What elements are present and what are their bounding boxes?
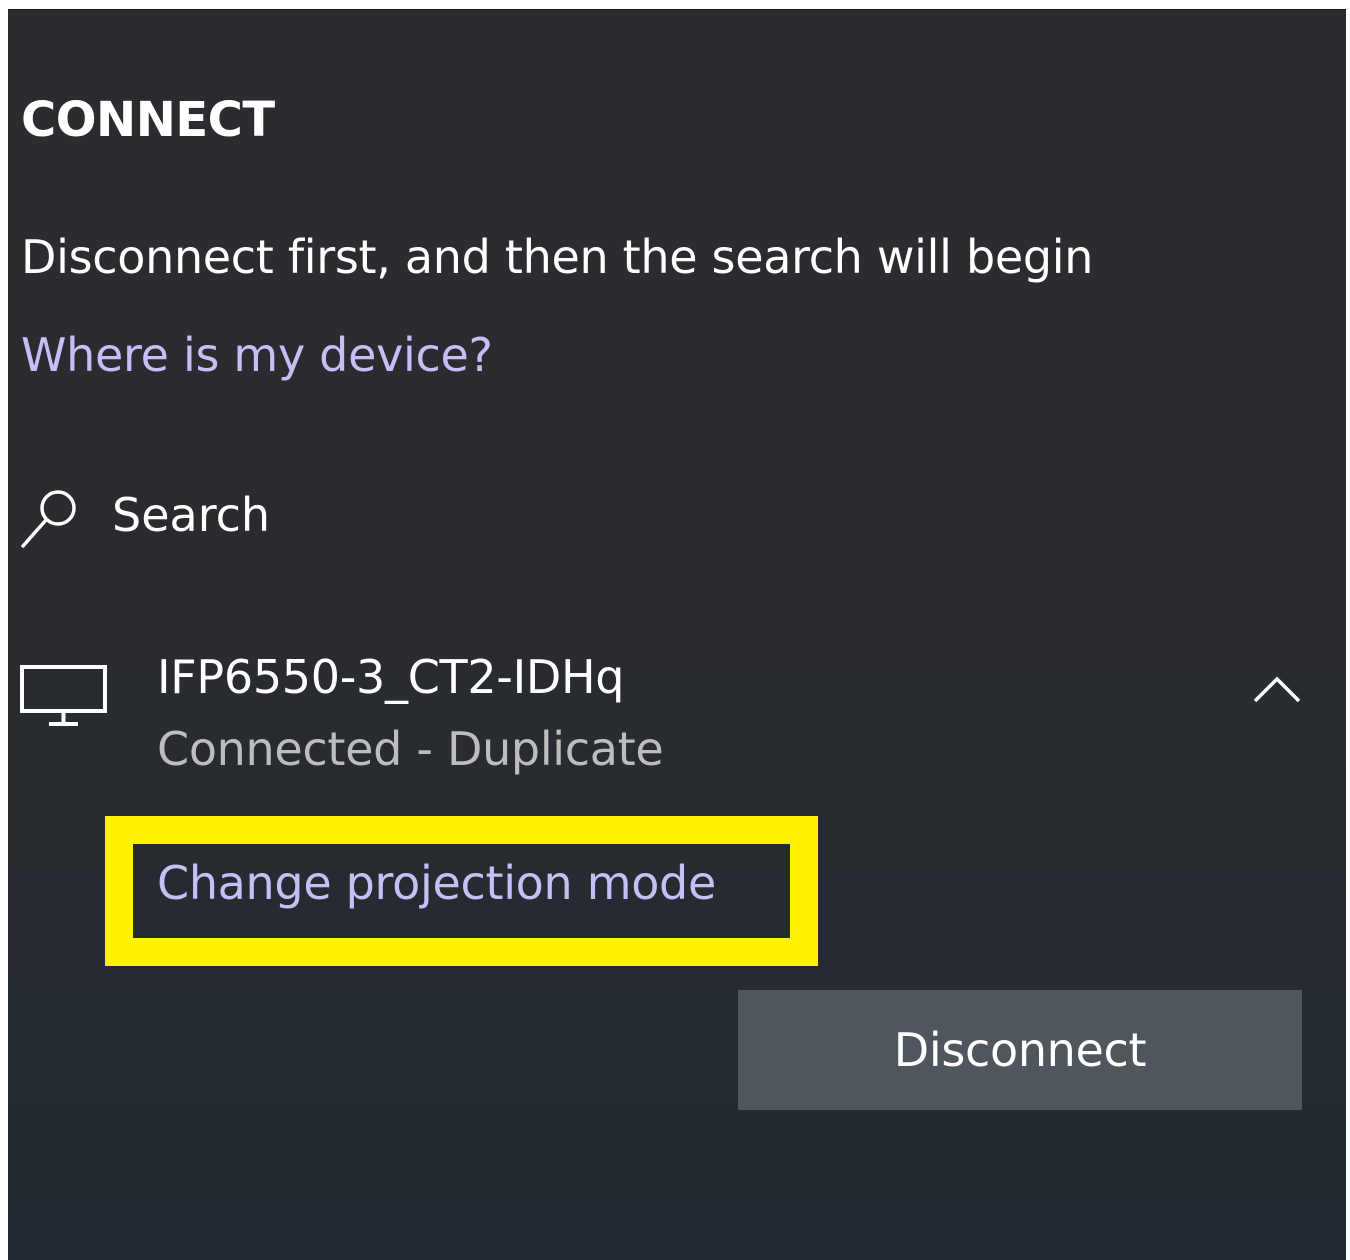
device-list-item[interactable]: IFP6550-3_CT2-IDHq Connected - Duplicate (8, 640, 1346, 790)
search-icon (21, 490, 76, 548)
device-name: IFP6550-3_CT2-IDHq (157, 650, 625, 704)
search-label: Search (112, 488, 271, 542)
device-status: Connected - Duplicate (157, 722, 664, 776)
chevron-up-icon[interactable] (1252, 674, 1302, 704)
disconnect-button[interactable]: Disconnect (738, 990, 1302, 1110)
monitor-icon (20, 665, 107, 726)
connect-panel: CONNECT Disconnect first, and then the s… (8, 9, 1346, 1260)
where-is-my-device-link[interactable]: Where is my device? (21, 328, 493, 382)
status-message: Disconnect first, and then the search wi… (21, 230, 1094, 284)
search-button[interactable]: Search (20, 480, 320, 550)
change-projection-mode-link[interactable]: Change projection mode (157, 856, 716, 910)
panel-title: CONNECT (21, 92, 275, 148)
